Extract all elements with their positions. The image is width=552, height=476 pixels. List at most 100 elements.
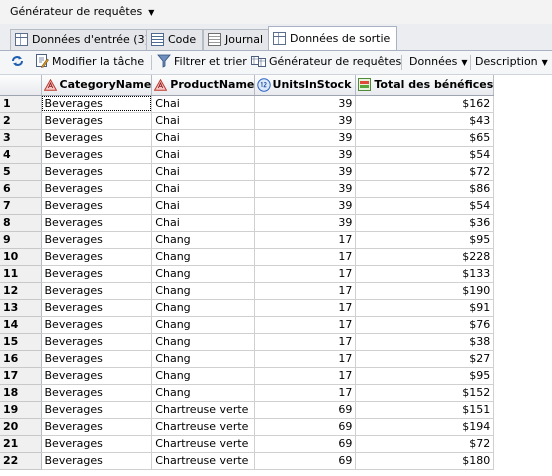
units-in-stock-cell[interactable]: 17: [254, 265, 357, 283]
filter-sort-button[interactable]: Filtrer et trier: [157, 54, 247, 69]
total-benefices-cell[interactable]: $43: [355, 112, 495, 130]
product-name-cell[interactable]: Chai: [151, 214, 256, 232]
row-number-cell[interactable]: 21: [0, 435, 42, 453]
table-row[interactable]: 3 Beverages Chai 39 $65: [0, 129, 495, 147]
data-grid[interactable]: CategoryName ProductName UnitsInStock To…: [0, 75, 552, 476]
units-in-stock-cell[interactable]: 39: [254, 95, 357, 113]
table-row[interactable]: 9 Beverages Chang 17 $95: [0, 231, 495, 249]
units-in-stock-cell[interactable]: 17: [254, 248, 357, 266]
category-name-cell[interactable]: Beverages: [41, 265, 153, 283]
total-benefices-cell[interactable]: $95: [355, 367, 495, 385]
units-in-stock-cell[interactable]: 17: [254, 299, 357, 317]
app-title-menu[interactable]: Générateur de requêtes ▼: [10, 5, 154, 18]
category-name-cell[interactable]: Beverages: [41, 146, 153, 164]
table-row[interactable]: 5 Beverages Chai 39 $72: [0, 163, 495, 181]
total-benefices-cell[interactable]: $180: [355, 452, 495, 470]
category-name-cell[interactable]: Beverages: [41, 350, 153, 368]
product-name-cell[interactable]: Chai: [151, 197, 256, 215]
category-name-cell[interactable]: Beverages: [41, 231, 153, 249]
category-name-cell[interactable]: Beverages: [41, 197, 153, 215]
row-number-cell[interactable]: 16: [0, 350, 42, 368]
units-in-stock-cell[interactable]: 39: [254, 197, 357, 215]
row-number-cell[interactable]: 11: [0, 265, 42, 283]
category-name-cell[interactable]: Beverages: [41, 333, 153, 351]
product-name-cell[interactable]: Chang: [151, 299, 256, 317]
total-benefices-cell[interactable]: $152: [355, 384, 495, 402]
category-name-cell[interactable]: Beverages: [41, 129, 153, 147]
row-number-cell[interactable]: 1: [0, 95, 42, 113]
product-name-cell[interactable]: Chai: [151, 95, 256, 113]
units-in-stock-cell[interactable]: 69: [254, 435, 357, 453]
row-number-cell[interactable]: 22: [0, 452, 42, 470]
units-in-stock-cell[interactable]: 17: [254, 333, 357, 351]
query-builder-button[interactable]: Générateur de requêtes: [251, 55, 401, 69]
column-header-categoryname[interactable]: CategoryName: [41, 75, 153, 96]
product-name-cell[interactable]: Chang: [151, 248, 256, 266]
tab-input-data[interactable]: Données d'entrée (3): [10, 29, 156, 50]
row-number-cell[interactable]: 3: [0, 129, 42, 147]
row-number-cell[interactable]: 17: [0, 367, 42, 385]
modify-task-button[interactable]: Modifier la tâche: [36, 54, 144, 69]
units-in-stock-cell[interactable]: 39: [254, 129, 357, 147]
category-name-cell[interactable]: Beverages: [41, 418, 153, 436]
product-name-cell[interactable]: Chang: [151, 231, 256, 249]
table-row[interactable]: 12 Beverages Chang 17 $190: [0, 282, 495, 300]
units-in-stock-cell[interactable]: 39: [254, 146, 357, 164]
column-header-total-benefices[interactable]: Total des bénéfices: [355, 75, 495, 96]
table-row[interactable]: 14 Beverages Chang 17 $76: [0, 316, 495, 334]
table-row[interactable]: 15 Beverages Chang 17 $38: [0, 333, 495, 351]
row-number-cell[interactable]: 2: [0, 112, 42, 130]
units-in-stock-cell[interactable]: 39: [254, 112, 357, 130]
row-number-cell[interactable]: 4: [0, 146, 42, 164]
row-number-cell[interactable]: 10: [0, 248, 42, 266]
product-name-cell[interactable]: Chai: [151, 180, 256, 198]
column-header-productname[interactable]: ProductName: [151, 75, 256, 96]
units-in-stock-cell[interactable]: 39: [254, 214, 357, 232]
table-row[interactable]: 10 Beverages Chang 17 $228: [0, 248, 495, 266]
tab-log[interactable]: Journal: [203, 29, 271, 50]
total-benefices-cell[interactable]: $228: [355, 248, 495, 266]
table-row[interactable]: 1 Beverages Chai 39 $162: [0, 95, 495, 113]
row-number-cell[interactable]: 20: [0, 418, 42, 436]
total-benefices-cell[interactable]: $91: [355, 299, 495, 317]
product-name-cell[interactable]: Chai: [151, 129, 256, 147]
units-in-stock-cell[interactable]: 69: [254, 418, 357, 436]
row-number-cell[interactable]: 8: [0, 214, 42, 232]
row-number-cell[interactable]: 6: [0, 180, 42, 198]
product-name-cell[interactable]: Chartreuse verte: [151, 401, 256, 419]
category-name-cell[interactable]: Beverages: [41, 180, 153, 198]
table-row[interactable]: 6 Beverages Chai 39 $86: [0, 180, 495, 198]
row-number-cell[interactable]: 9: [0, 231, 42, 249]
total-benefices-cell[interactable]: $72: [355, 435, 495, 453]
row-number-cell[interactable]: 19: [0, 401, 42, 419]
total-benefices-cell[interactable]: $54: [355, 197, 495, 215]
product-name-cell[interactable]: Chai: [151, 112, 256, 130]
total-benefices-cell[interactable]: $95: [355, 231, 495, 249]
total-benefices-cell[interactable]: $194: [355, 418, 495, 436]
table-row[interactable]: 11 Beverages Chang 17 $133: [0, 265, 495, 283]
total-benefices-cell[interactable]: $162: [355, 95, 495, 113]
corner-cell[interactable]: [0, 75, 42, 96]
category-name-cell[interactable]: Beverages: [41, 452, 153, 470]
row-number-cell[interactable]: 18: [0, 384, 42, 402]
category-name-cell[interactable]: Beverages: [41, 282, 153, 300]
table-row[interactable]: 21 Beverages Chartreuse verte 69 $72: [0, 435, 495, 453]
product-name-cell[interactable]: Chang: [151, 316, 256, 334]
units-in-stock-cell[interactable]: 17: [254, 231, 357, 249]
product-name-cell[interactable]: Chartreuse verte: [151, 435, 256, 453]
category-name-cell[interactable]: Beverages: [41, 316, 153, 334]
units-in-stock-cell[interactable]: 17: [254, 282, 357, 300]
category-name-cell[interactable]: Beverages: [41, 214, 153, 232]
table-row[interactable]: 22 Beverages Chartreuse verte 69 $180: [0, 452, 495, 470]
units-in-stock-cell[interactable]: 69: [254, 401, 357, 419]
product-name-cell[interactable]: Chang: [151, 350, 256, 368]
category-name-cell[interactable]: Beverages: [41, 401, 153, 419]
total-benefices-cell[interactable]: $133: [355, 265, 495, 283]
category-name-cell[interactable]: Beverages: [41, 95, 153, 113]
product-name-cell[interactable]: Chang: [151, 333, 256, 351]
units-in-stock-cell[interactable]: 39: [254, 163, 357, 181]
product-name-cell[interactable]: Chai: [151, 146, 256, 164]
table-row[interactable]: 16 Beverages Chang 17 $27: [0, 350, 495, 368]
row-number-cell[interactable]: 13: [0, 299, 42, 317]
product-name-cell[interactable]: Chartreuse verte: [151, 418, 256, 436]
